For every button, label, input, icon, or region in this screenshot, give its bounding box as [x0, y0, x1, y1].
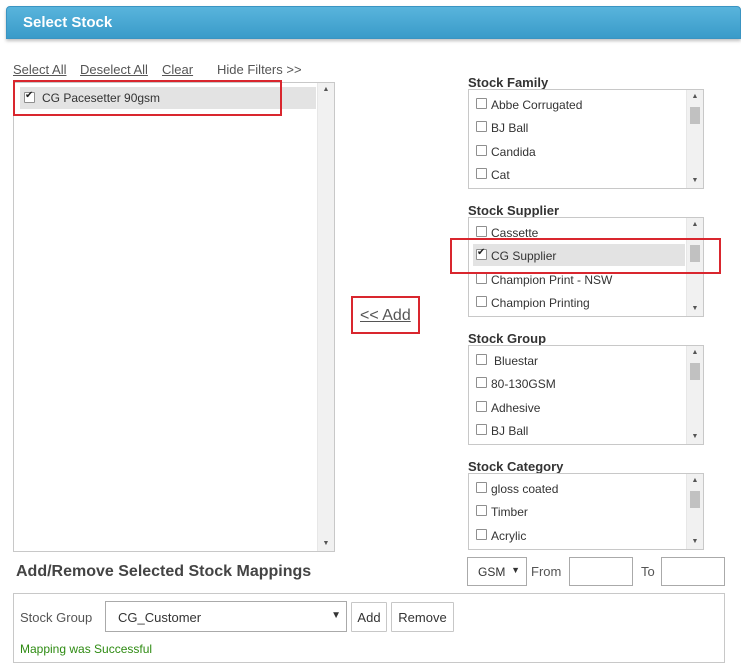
checkbox[interactable]: [476, 482, 487, 493]
scroll-up-arrow-icon[interactable]: ▲: [687, 474, 703, 488]
from-label: From: [531, 564, 562, 579]
list-item-label: Timber: [491, 505, 528, 519]
list-item[interactable]: Acrylic: [469, 524, 687, 546]
checkbox-checked[interactable]: [24, 90, 35, 103]
list-item-label: gloss coated: [491, 482, 559, 496]
checkbox[interactable]: [476, 377, 487, 388]
add-selected-link[interactable]: << Add: [360, 307, 411, 325]
scroll-down-arrow-icon[interactable]: ▼: [687, 535, 703, 549]
status-message: Mapping was Successful: [20, 642, 153, 656]
results-scrollbar[interactable]: ▲ ▼: [317, 83, 334, 551]
stock-supplier-list[interactable]: Cassette CG Supplier Champion Print - NS…: [468, 217, 704, 317]
list-item-label: CG Supplier: [491, 249, 557, 263]
stock-supplier-title: Stock Supplier: [468, 203, 560, 218]
mapping-panel: Stock Group CG_Customer ▼ Add Remove Map…: [13, 593, 725, 663]
list-item-label: Adhesive: [491, 401, 541, 415]
list-item[interactable]: Candida: [469, 140, 687, 162]
list-item[interactable]: BJ Ball: [469, 116, 687, 138]
mappings-heading: Add/Remove Selected Stock Mappings: [16, 563, 312, 580]
list-item[interactable]: Timber: [469, 500, 687, 522]
list-item-label: Cassette: [491, 226, 539, 240]
scroll-thumb[interactable]: [690, 491, 700, 508]
stock-supplier-scrollbar[interactable]: ▲ ▼: [686, 218, 703, 316]
list-item-label: Acrylic: [491, 529, 527, 543]
stock-group-list[interactable]: Bluestar 80-130GSM Adhesive BJ Ball ▲ ▼: [468, 345, 704, 445]
list-item[interactable]: Adhesive: [469, 396, 687, 418]
panel-title: Select Stock: [23, 14, 113, 31]
list-item-label: 80-130GSM: [491, 377, 556, 391]
clear-link[interactable]: Clear: [162, 62, 193, 77]
scroll-down-arrow-icon[interactable]: ▼: [687, 302, 703, 316]
checkbox[interactable]: [476, 145, 487, 156]
list-item-label: CG Pacesetter 90gsm: [42, 91, 161, 105]
list-item[interactable]: Cat: [469, 163, 687, 185]
list-item-label: Champion Printing: [491, 296, 590, 310]
remove-button[interactable]: Remove: [391, 602, 454, 632]
unit-select-value: GSM: [478, 565, 506, 579]
stock-group-select[interactable]: CG_Customer ▼: [105, 601, 347, 632]
checkbox[interactable]: [476, 354, 487, 365]
stock-family-scrollbar[interactable]: ▲ ▼: [686, 90, 703, 188]
stock-category-title: Stock Category: [468, 459, 564, 474]
list-item-label: BJ Ball: [491, 424, 529, 438]
chevron-down-icon: ▼: [331, 610, 341, 621]
scroll-up-arrow-icon[interactable]: ▲: [687, 346, 703, 360]
stock-group-select-value: CG_Customer: [118, 610, 202, 625]
scroll-thumb[interactable]: [690, 245, 700, 262]
stock-group-label: Stock Group: [20, 610, 93, 625]
panel-header: Select Stock: [6, 6, 741, 39]
checkbox-checked[interactable]: [476, 247, 487, 260]
list-item[interactable]: Champion Printing: [469, 291, 687, 313]
list-item[interactable]: Champion Print - NSW: [469, 268, 687, 290]
list-item-selected[interactable]: CG Supplier: [473, 244, 685, 266]
stock-category-list[interactable]: gloss coated Timber Acrylic ▲ ▼: [468, 473, 704, 550]
unit-select[interactable]: GSM ▼: [467, 557, 527, 586]
stock-results-list[interactable]: CG Pacesetter 90gsm ▲ ▼: [13, 82, 335, 552]
from-input[interactable]: [569, 557, 633, 586]
stock-group-scrollbar[interactable]: ▲ ▼: [686, 346, 703, 444]
chevron-down-icon: ▼: [511, 565, 520, 575]
list-item[interactable]: 80-130GSM: [469, 372, 687, 394]
checkbox[interactable]: [476, 273, 487, 284]
stock-family-title: Stock Family: [468, 75, 549, 90]
checkbox[interactable]: [476, 168, 487, 179]
scroll-up-arrow-icon[interactable]: ▲: [687, 90, 703, 104]
checkbox[interactable]: [476, 98, 487, 109]
list-item[interactable]: Abbe Corrugated: [469, 93, 687, 115]
checkbox[interactable]: [476, 226, 487, 237]
scroll-up-arrow-icon[interactable]: ▲: [687, 218, 703, 232]
checkbox[interactable]: [476, 121, 487, 132]
list-item[interactable]: gloss coated: [469, 477, 687, 499]
list-item-label: Bluestar: [494, 354, 539, 368]
scroll-down-arrow-icon[interactable]: ▼: [687, 430, 703, 444]
checkbox[interactable]: [476, 505, 487, 516]
add-button[interactable]: Add: [351, 602, 387, 632]
hide-filters-link[interactable]: Hide Filters >>: [217, 62, 302, 77]
list-item[interactable]: Bluestar: [469, 349, 687, 371]
to-input[interactable]: [661, 557, 725, 586]
scroll-down-arrow-icon[interactable]: ▼: [687, 174, 703, 188]
checkbox[interactable]: [476, 401, 487, 412]
scroll-down-arrow-icon[interactable]: ▼: [318, 537, 334, 551]
select-all-link[interactable]: Select All: [13, 62, 66, 77]
scroll-thumb[interactable]: [690, 107, 700, 124]
list-item-label: Abbe Corrugated: [491, 98, 583, 112]
stock-family-list[interactable]: Abbe Corrugated BJ Ball Candida Cat ▲ ▼: [468, 89, 704, 189]
list-item-label: Cat: [491, 168, 510, 182]
scroll-thumb[interactable]: [690, 363, 700, 380]
stock-group-title: Stock Group: [468, 331, 547, 346]
list-item-label: Candida: [491, 145, 536, 159]
stock-category-scrollbar[interactable]: ▲ ▼: [686, 474, 703, 549]
deselect-all-link[interactable]: Deselect All: [80, 62, 148, 77]
checkbox[interactable]: [476, 296, 487, 307]
checkbox[interactable]: [476, 424, 487, 435]
scroll-up-arrow-icon[interactable]: ▲: [318, 83, 334, 97]
list-item-label: BJ Ball: [491, 121, 529, 135]
list-item[interactable]: CG Pacesetter 90gsm: [20, 87, 316, 109]
checkbox[interactable]: [476, 529, 487, 540]
to-label: To: [641, 564, 655, 579]
list-item-label: Champion Print - NSW: [491, 273, 613, 287]
list-item[interactable]: Cassette: [469, 221, 687, 243]
list-item[interactable]: BJ Ball: [469, 419, 687, 441]
